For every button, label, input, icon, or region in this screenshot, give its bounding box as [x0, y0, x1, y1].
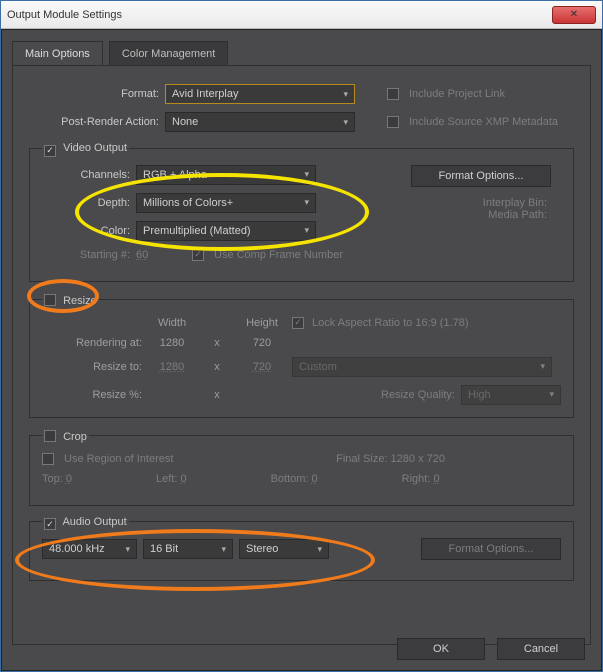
color-select[interactable]: Premultiplied (Matted): [136, 221, 316, 241]
post-render-select[interactable]: None: [165, 112, 355, 132]
media-path-label: Media Path:: [401, 209, 561, 221]
include-project-link-checkbox: [387, 88, 399, 100]
footer-buttons: OK Cancel: [397, 638, 585, 660]
video-output-checkbox[interactable]: [44, 145, 56, 157]
audio-rate-select[interactable]: 48.000 kHz: [42, 539, 137, 559]
channels-label: Channels:: [42, 169, 130, 181]
video-format-options-button[interactable]: Format Options...: [411, 165, 551, 187]
render-width: 1280: [142, 337, 202, 349]
starting-value: 60: [136, 249, 166, 261]
resize-preset-select: Custom: [292, 357, 552, 377]
use-comp-frame-checkbox: [192, 249, 204, 261]
crop-bottom-label: Bottom:: [271, 473, 309, 485]
resize-height: 720: [253, 361, 271, 373]
starting-label: Starting #:: [42, 249, 130, 261]
format-row: Format: Avid Interplay Include Project L…: [29, 84, 574, 104]
crop-right-value: 0: [433, 473, 439, 485]
crop-bottom-value: 0: [312, 473, 318, 485]
post-render-row: Post-Render Action: None Include Source …: [29, 112, 574, 132]
crop-top-label: Top:: [42, 473, 63, 485]
use-roi-label: Use Region of Interest: [64, 453, 173, 465]
crop-right-label: Right:: [402, 473, 431, 485]
dialog-body: Main Options Color Management Format: Av…: [1, 29, 602, 671]
height-header: Height: [232, 317, 292, 329]
depth-select[interactable]: Millions of Colors+: [136, 193, 316, 213]
resize-legend: Resize: [42, 292, 99, 307]
audio-output-section: Audio Output 48.000 kHz 16 Bit Stereo Fo…: [29, 516, 574, 582]
crop-left-label: Left:: [156, 473, 177, 485]
tab-main-options[interactable]: Main Options: [12, 41, 103, 66]
window-title: Output Module Settings: [7, 9, 122, 21]
resize-quality-label: Resize Quality:: [381, 389, 455, 401]
format-label: Format:: [29, 88, 159, 100]
include-xmp-checkbox: [387, 116, 399, 128]
audio-format-options-button: Format Options...: [421, 538, 561, 560]
lock-aspect-checkbox: [292, 317, 304, 329]
resize-section: Resize Width Height Lock Aspect Ratio to…: [29, 292, 574, 418]
color-label: Color:: [42, 225, 130, 237]
crop-section: Crop Use Region of Interest Final Size: …: [29, 428, 574, 506]
crop-left-value: 0: [180, 473, 186, 485]
include-project-link-label: Include Project Link: [409, 88, 505, 100]
use-comp-frame-label: Use Comp Frame Number: [214, 249, 343, 261]
format-select[interactable]: Avid Interplay: [165, 84, 355, 104]
final-size-label: Final Size: 1280 x 720: [336, 453, 445, 465]
titlebar: Output Module Settings ✕: [1, 1, 602, 29]
ok-button[interactable]: OK: [397, 638, 485, 660]
lock-aspect-label: Lock Aspect Ratio to 16:9 (1.78): [312, 317, 469, 329]
resize-width: 1280: [160, 361, 184, 373]
include-xmp-label: Include Source XMP Metadata: [409, 116, 558, 128]
resize-quality-select: High: [461, 385, 561, 405]
main-options-panel: Format: Avid Interplay Include Project L…: [12, 65, 591, 645]
audio-output-legend: Audio Output: [42, 516, 129, 529]
resize-pct-label: Resize %:: [42, 389, 142, 401]
window: Output Module Settings ✕ Main Options Co…: [0, 0, 603, 672]
tabbar: Main Options Color Management: [12, 40, 591, 65]
width-header: Width: [142, 317, 202, 329]
video-output-section: Video Output Channels: RGB + Alpha Depth…: [29, 142, 574, 282]
video-output-legend: Video Output: [42, 142, 129, 155]
close-icon: ✕: [570, 9, 578, 20]
crop-legend: Crop: [42, 428, 89, 443]
depth-label: Depth:: [42, 197, 130, 209]
close-button[interactable]: ✕: [552, 6, 596, 24]
channels-select[interactable]: RGB + Alpha: [136, 165, 316, 185]
rendering-at-label: Rendering at:: [42, 337, 142, 349]
resize-to-label: Resize to:: [42, 361, 142, 373]
tab-color-management[interactable]: Color Management: [109, 41, 229, 66]
audio-output-checkbox[interactable]: [44, 518, 56, 530]
audio-channels-select[interactable]: Stereo: [239, 539, 329, 559]
render-height: 720: [232, 337, 292, 349]
cancel-button[interactable]: Cancel: [497, 638, 585, 660]
resize-checkbox[interactable]: [44, 294, 56, 306]
post-render-label: Post-Render Action:: [29, 116, 159, 128]
use-roi-checkbox: [42, 453, 54, 465]
audio-depth-select[interactable]: 16 Bit: [143, 539, 233, 559]
crop-top-value: 0: [66, 473, 72, 485]
crop-checkbox[interactable]: [44, 430, 56, 442]
interplay-bin-label: Interplay Bin:: [401, 197, 561, 209]
